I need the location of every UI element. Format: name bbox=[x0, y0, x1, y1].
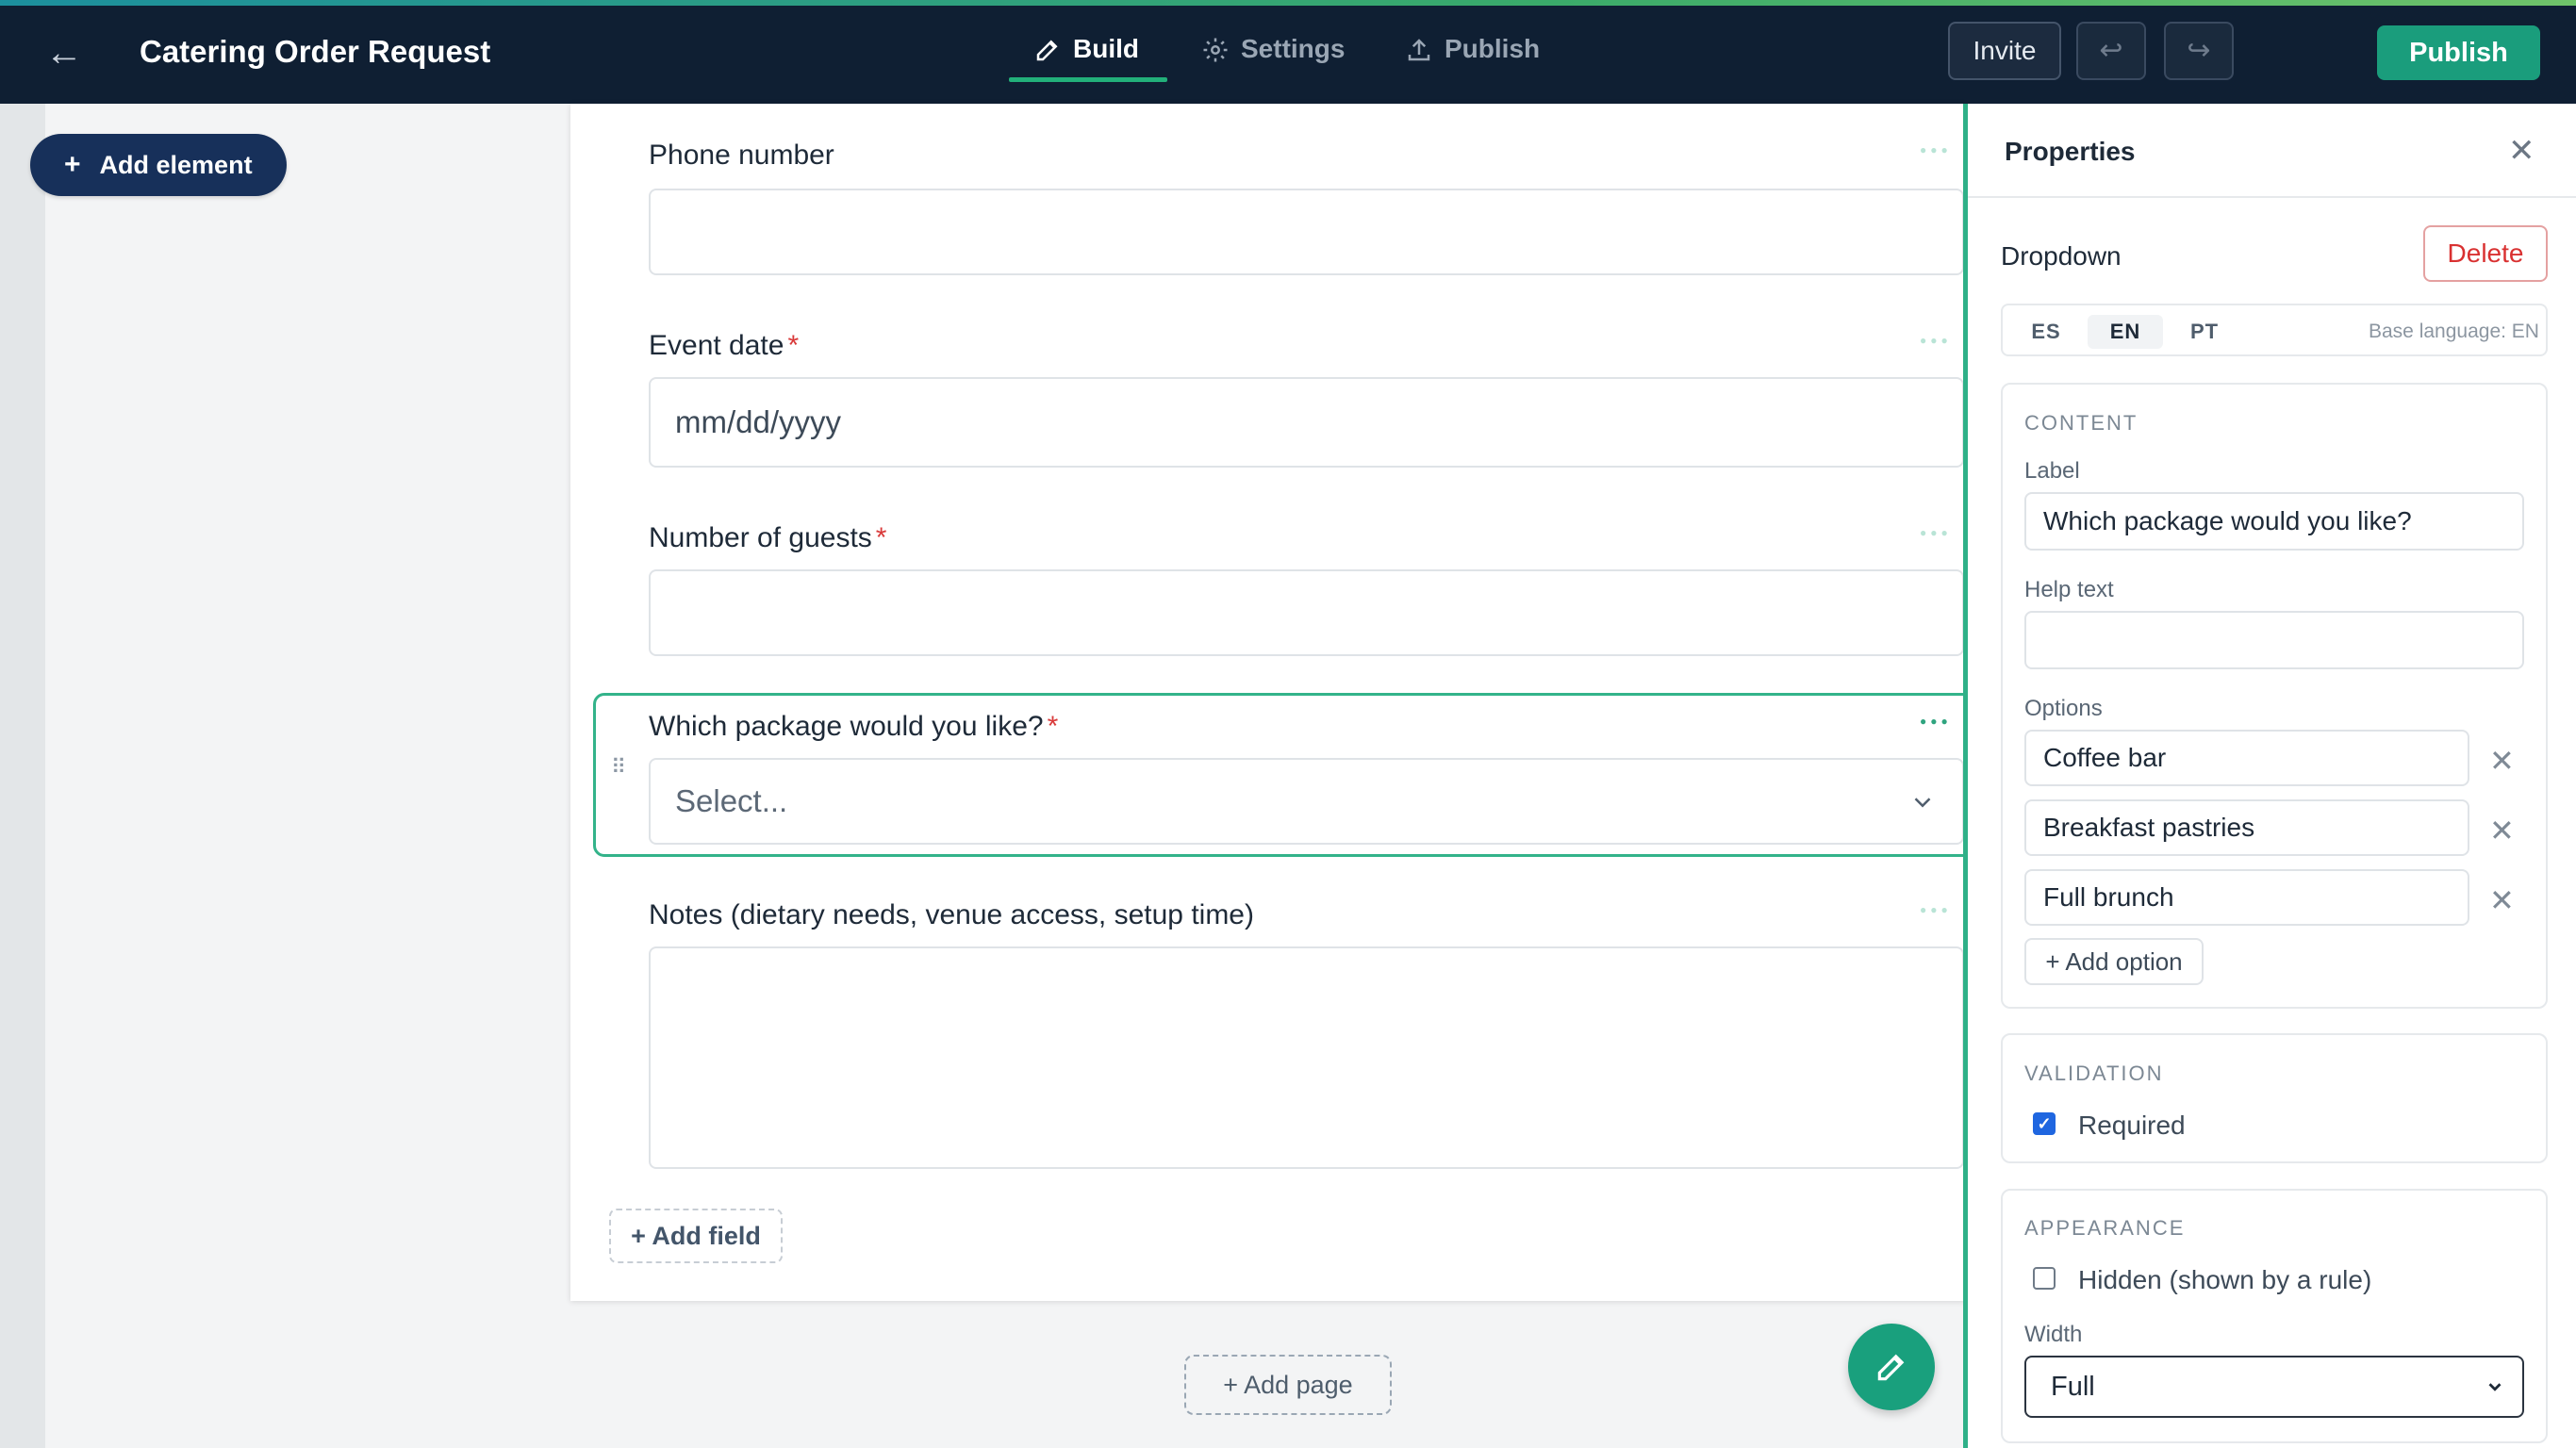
upload-icon bbox=[1408, 39, 1430, 61]
option-input[interactable]: Full brunch bbox=[2024, 869, 2469, 926]
language-tab-en[interactable]: EN bbox=[2088, 315, 2163, 349]
phone-input[interactable] bbox=[649, 189, 1964, 275]
pencil-icon bbox=[1036, 40, 1058, 61]
field-label-guests: Number of guests * bbox=[649, 522, 887, 553]
tab-publish[interactable]: Publish bbox=[1405, 34, 1540, 81]
tab-build[interactable]: Build bbox=[1033, 34, 1139, 81]
help-text-input[interactable] bbox=[2024, 611, 2524, 669]
label-input[interactable]: Which package would you like? bbox=[2024, 492, 2524, 551]
edit-fab-button[interactable] bbox=[1848, 1324, 1935, 1410]
event-date-input[interactable]: mm/dd/yyyy bbox=[649, 377, 1964, 468]
content-heading: CONTENT bbox=[2024, 411, 2138, 435]
field-menu-dots-icon[interactable]: ●●● bbox=[1920, 903, 1952, 916]
redo-icon: ↪ bbox=[2187, 35, 2211, 66]
add-element-button[interactable]: + Add element bbox=[30, 134, 287, 196]
remove-option-icon[interactable]: ✕ bbox=[2489, 882, 2515, 918]
close-icon[interactable]: ✕ bbox=[2508, 132, 2535, 170]
label-caption: Label bbox=[2024, 458, 2080, 484]
tab-build-label: Build bbox=[1073, 34, 1139, 63]
width-caption: Width bbox=[2024, 1322, 2083, 1347]
help-text-caption: Help text bbox=[2024, 577, 2114, 602]
field-label-package: Which package would you like? * bbox=[649, 711, 1059, 742]
undo-icon: ↩ bbox=[2099, 35, 2123, 66]
option-input[interactable]: Coffee bar bbox=[2024, 730, 2469, 786]
panel-title: Properties bbox=[2005, 137, 2136, 166]
required-checkbox[interactable]: ✓ bbox=[2033, 1112, 2056, 1135]
drag-handle-icon[interactable]: ⠿ bbox=[611, 757, 630, 786]
remove-option-icon[interactable]: ✕ bbox=[2489, 813, 2515, 848]
validation-heading: VALIDATION bbox=[2024, 1061, 2164, 1085]
redo-button[interactable]: ↪ bbox=[2164, 22, 2234, 80]
gear-icon bbox=[1203, 38, 1228, 62]
field-label-event-date: Event date * bbox=[649, 330, 800, 361]
validation-section bbox=[2001, 1033, 2548, 1163]
back-arrow-icon[interactable]: ← bbox=[45, 34, 83, 72]
notes-textarea[interactable] bbox=[649, 946, 1964, 1169]
tab-settings-label: Settings bbox=[1241, 34, 1346, 63]
left-rail bbox=[0, 104, 45, 1448]
required-checkbox-label: Required bbox=[2078, 1111, 2186, 1140]
publish-button[interactable]: Publish bbox=[2377, 25, 2540, 80]
top-accent-stripe bbox=[0, 0, 2576, 6]
add-option-button[interactable]: + Add option bbox=[2024, 938, 2204, 985]
tab-publish-label: Publish bbox=[1445, 34, 1541, 63]
field-label-phone: Phone number bbox=[649, 140, 834, 171]
field-label-notes: Notes (dietary needs, venue access, setu… bbox=[649, 899, 1254, 930]
base-language-note: Base language: EN bbox=[2369, 321, 2539, 342]
remove-option-icon[interactable]: ✕ bbox=[2489, 743, 2515, 779]
tab-settings[interactable]: Settings bbox=[1201, 34, 1345, 81]
add-page-button[interactable]: + Add page bbox=[1184, 1355, 1392, 1415]
option-input[interactable]: Breakfast pastries bbox=[2024, 799, 2469, 856]
field-menu-dots-icon[interactable]: ●●● bbox=[1920, 715, 1952, 728]
appearance-heading: APPEARANCE bbox=[2024, 1216, 2186, 1240]
hidden-checkbox[interactable] bbox=[2033, 1267, 2056, 1290]
pencil-icon bbox=[1877, 1354, 1905, 1381]
width-select[interactable]: Full bbox=[2024, 1356, 2524, 1418]
field-menu-dots-icon[interactable]: ●●● bbox=[1920, 334, 1952, 347]
delete-button[interactable]: Delete bbox=[2423, 225, 2548, 282]
form-title: Catering Order Request bbox=[140, 34, 491, 69]
language-tab-es[interactable]: ES bbox=[2023, 315, 2069, 349]
chevron-down-icon bbox=[2488, 1383, 2502, 1391]
active-tab-indicator bbox=[1009, 77, 1167, 82]
invite-button[interactable]: Invite bbox=[1948, 22, 2061, 80]
field-menu-dots-icon[interactable]: ●●● bbox=[1920, 526, 1952, 539]
hidden-checkbox-label: Hidden (shown by a rule) bbox=[2078, 1265, 2372, 1294]
add-element-label: Add element bbox=[99, 150, 253, 179]
package-select[interactable]: Select... bbox=[649, 758, 1964, 845]
plus-icon: + bbox=[64, 149, 81, 180]
language-tab-pt[interactable]: PT bbox=[2178, 315, 2231, 349]
element-type-label: Dropdown bbox=[2001, 241, 2122, 271]
add-field-button[interactable]: + Add field bbox=[609, 1209, 783, 1263]
options-caption: Options bbox=[2024, 696, 2103, 721]
chevron-down-icon bbox=[1914, 798, 1931, 808]
panel-divider bbox=[1968, 196, 2576, 198]
undo-button[interactable]: ↩ bbox=[2076, 22, 2146, 80]
field-menu-dots-icon[interactable]: ●●● bbox=[1920, 143, 1952, 156]
guests-input[interactable] bbox=[649, 569, 1964, 656]
